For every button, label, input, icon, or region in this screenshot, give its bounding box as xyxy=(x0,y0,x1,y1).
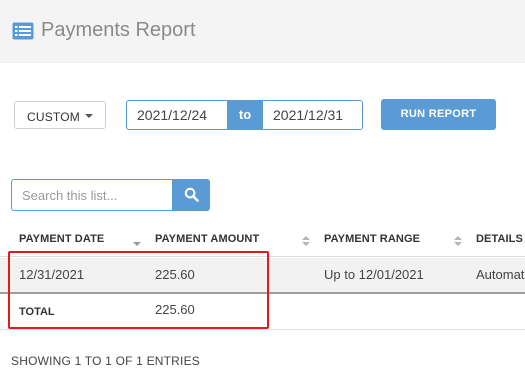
cell-payment-range: Up to 12/01/2021 xyxy=(324,267,424,282)
chevron-down-icon xyxy=(85,114,93,118)
cell-payment-amount: 225.60 xyxy=(155,267,195,282)
run-report-button[interactable]: RUN REPORT xyxy=(381,99,496,130)
date-range-label: CUSTOM xyxy=(27,110,80,124)
column-header-payment-amount[interactable]: PAYMENT AMOUNT xyxy=(155,233,259,245)
page-header: Payments Report xyxy=(0,0,525,63)
total-label: TOTAL xyxy=(19,306,55,318)
search-icon xyxy=(184,187,199,202)
end-date-input[interactable] xyxy=(262,100,363,130)
sort-icon xyxy=(454,236,462,246)
search-button[interactable] xyxy=(173,179,210,211)
search-input[interactable] xyxy=(11,179,173,211)
start-date-input[interactable] xyxy=(126,100,228,130)
column-header-payment-date[interactable]: PAYMENT DATE xyxy=(19,233,104,245)
sort-desc-icon xyxy=(133,242,141,246)
table-bottom-divider xyxy=(0,329,525,330)
to-label: to xyxy=(228,100,262,130)
entries-info: SHOWING 1 TO 1 OF 1 ENTRIES xyxy=(11,354,200,368)
date-range-dropdown[interactable]: CUSTOM xyxy=(14,101,106,129)
total-amount: 225.60 xyxy=(155,302,195,317)
sort-icon xyxy=(302,236,310,246)
list-icon xyxy=(12,22,34,40)
column-header-details[interactable]: DETAILS xyxy=(476,233,523,245)
table-header-divider xyxy=(0,256,525,257)
cell-payment-date: 12/31/2021 xyxy=(19,267,85,282)
total-divider xyxy=(0,292,525,294)
cell-details: Automat xyxy=(476,267,525,282)
column-header-payment-range[interactable]: PAYMENT RANGE xyxy=(324,233,420,245)
page-title: Payments Report xyxy=(41,19,196,41)
